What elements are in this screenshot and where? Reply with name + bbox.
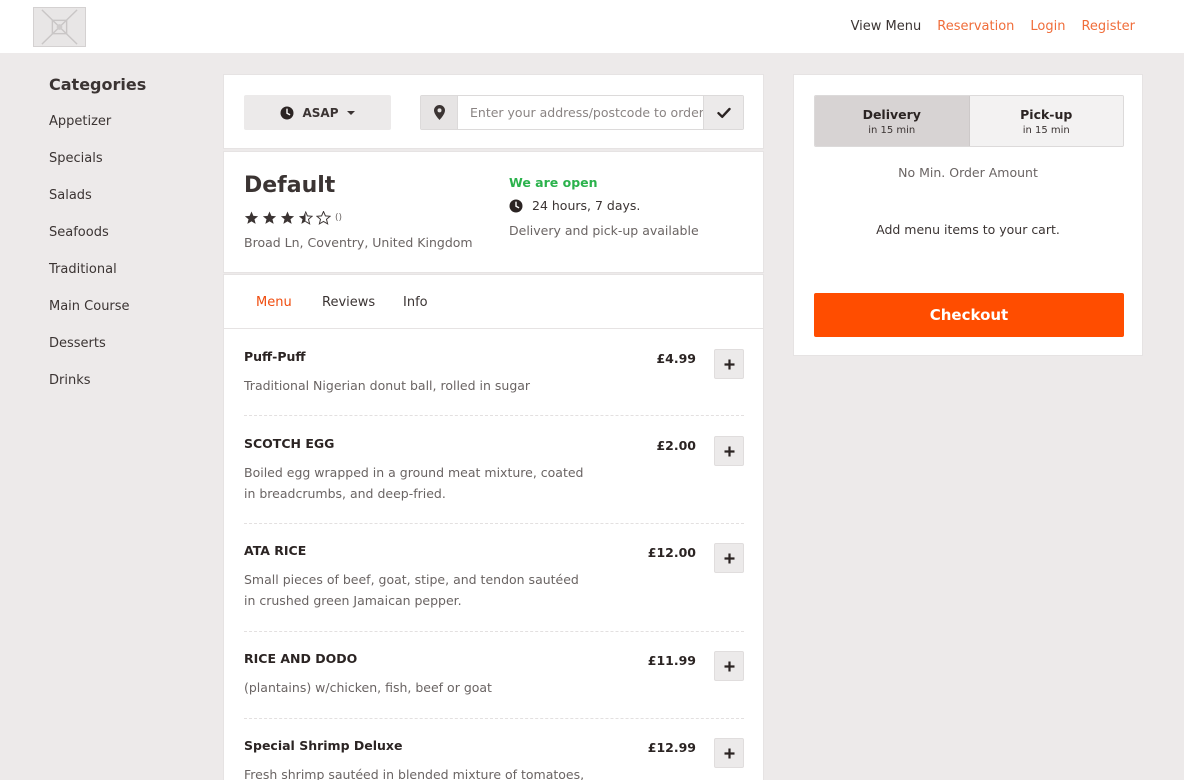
item-divider — [244, 631, 744, 632]
plus-icon — [724, 748, 734, 758]
plus-icon — [724, 446, 734, 456]
item-divider — [244, 415, 744, 416]
nav-view-menu[interactable]: View Menu — [851, 19, 922, 34]
checkout-button[interactable]: Checkout — [814, 293, 1124, 337]
nav-register[interactable]: Register — [1081, 19, 1135, 34]
restaurant-name: Default — [244, 173, 336, 198]
item-divider — [244, 718, 744, 719]
delivery-label: Delivery — [862, 106, 921, 122]
caret-down-icon — [346, 110, 355, 115]
category-salads[interactable]: Salads — [49, 185, 199, 222]
category-specials[interactable]: Specials — [49, 148, 199, 185]
tab-reviews[interactable]: Reviews — [322, 295, 375, 310]
add-to-cart-button[interactable] — [714, 349, 744, 379]
pickup-time: in 15 min — [1022, 124, 1070, 136]
cart-panel: Delivery in 15 min Pick-up in 15 min No … — [793, 74, 1143, 356]
image-placeholder-icon — [41, 9, 78, 45]
menu-item-description: (plantains) w/chicken, fish, beef or goa… — [244, 680, 492, 695]
order-time-dropdown[interactable]: ASAP — [244, 95, 391, 130]
plus-icon — [724, 661, 734, 671]
menu-item-name: ATA RICE — [244, 543, 307, 558]
star-full-icon — [262, 211, 277, 224]
add-to-cart-button[interactable] — [714, 543, 744, 573]
main-nav: View Menu Reservation Login Register — [851, 0, 1135, 53]
logo-image[interactable] — [33, 7, 86, 47]
order-time-label: ASAP — [302, 105, 339, 120]
clock-icon — [280, 106, 294, 119]
menu-tabs: Menu Reviews Info — [223, 274, 764, 329]
star-full-icon — [244, 211, 259, 224]
menu-item-description: Small pieces of beef, goat, stipe, and t… — [244, 572, 579, 608]
menu-item-price: £2.00 — [656, 438, 696, 453]
menu-item-price: £4.99 — [656, 351, 696, 366]
menu-item-name: SCOTCH EGG — [244, 436, 335, 451]
add-to-cart-button[interactable] — [714, 436, 744, 466]
nav-login[interactable]: Login — [1030, 19, 1065, 34]
plus-icon — [724, 553, 734, 563]
menu-item-description: Traditional Nigerian donut ball, rolled … — [244, 378, 531, 393]
item-divider — [244, 523, 744, 524]
star-half-icon — [298, 211, 313, 225]
pickup-label: Pick-up — [1020, 106, 1073, 122]
rating-stars: () — [244, 211, 342, 225]
category-seafoods[interactable]: Seafoods — [49, 222, 199, 259]
menu-item-name: RICE AND DODO — [244, 651, 358, 666]
order-options-card: ASAP — [223, 74, 764, 149]
open-status: We are open — [509, 175, 598, 190]
order-type-toggle: Delivery in 15 min Pick-up in 15 min — [814, 95, 1124, 147]
menu-item-name: Puff-Puff — [244, 349, 306, 364]
address-search-group — [420, 95, 744, 130]
menu-item-price: £11.99 — [647, 653, 696, 668]
opening-hours-text: 24 hours, 7 days. — [532, 198, 641, 213]
menu-items-list: Puff-Puff Traditional Nigerian donut bal… — [223, 329, 764, 780]
categories-title: Categories — [49, 75, 147, 94]
menu-item-price: £12.00 — [647, 545, 696, 560]
restaurant-address: Broad Ln, Coventry, United Kingdom — [244, 235, 473, 250]
tab-info[interactable]: Info — [403, 295, 428, 310]
confirm-address-button[interactable] — [703, 96, 743, 129]
clock-icon — [509, 199, 523, 212]
restaurant-info-card: Default () Broad Ln, Coventry, United Ki… — [223, 151, 764, 273]
category-appetizer[interactable]: Appetizer — [49, 111, 199, 148]
check-icon — [716, 107, 731, 118]
menu-item-name: Special Shrimp Deluxe — [244, 738, 403, 753]
address-input[interactable] — [458, 96, 703, 129]
menu-item-price: £12.99 — [647, 740, 696, 755]
plus-icon — [724, 359, 734, 369]
star-empty-icon — [316, 211, 331, 225]
tab-menu[interactable]: Menu — [256, 295, 292, 310]
menu-item-description: Fresh shrimp sautéed in blended mixture … — [244, 767, 585, 780]
empty-cart-text: Add menu items to your cart. — [876, 222, 1060, 237]
service-availability: Delivery and pick-up available — [509, 223, 699, 238]
category-drinks[interactable]: Drinks — [49, 370, 199, 407]
category-traditional[interactable]: Traditional — [49, 259, 199, 296]
pickup-option[interactable]: Pick-up in 15 min — [969, 96, 1123, 146]
nav-reservation[interactable]: Reservation — [937, 19, 1014, 34]
star-full-icon — [280, 211, 295, 224]
opening-hours: 24 hours, 7 days. — [509, 198, 640, 213]
top-navbar: View Menu Reservation Login Register — [0, 0, 1184, 53]
category-main-course[interactable]: Main Course — [49, 296, 199, 333]
delivery-option[interactable]: Delivery in 15 min — [815, 96, 970, 146]
delivery-time: in 15 min — [868, 124, 916, 136]
min-order-text: No Min. Order Amount — [898, 165, 1038, 180]
rating-count: () — [335, 213, 343, 223]
location-pin-icon — [421, 96, 458, 129]
add-to-cart-button[interactable] — [714, 651, 744, 681]
categories-sidebar: Categories Appetizer Specials Salads Sea… — [49, 74, 199, 407]
category-desserts[interactable]: Desserts — [49, 333, 199, 370]
menu-item-description: Boiled egg wrapped in a ground meat mixt… — [244, 465, 584, 501]
add-to-cart-button[interactable] — [714, 738, 744, 768]
